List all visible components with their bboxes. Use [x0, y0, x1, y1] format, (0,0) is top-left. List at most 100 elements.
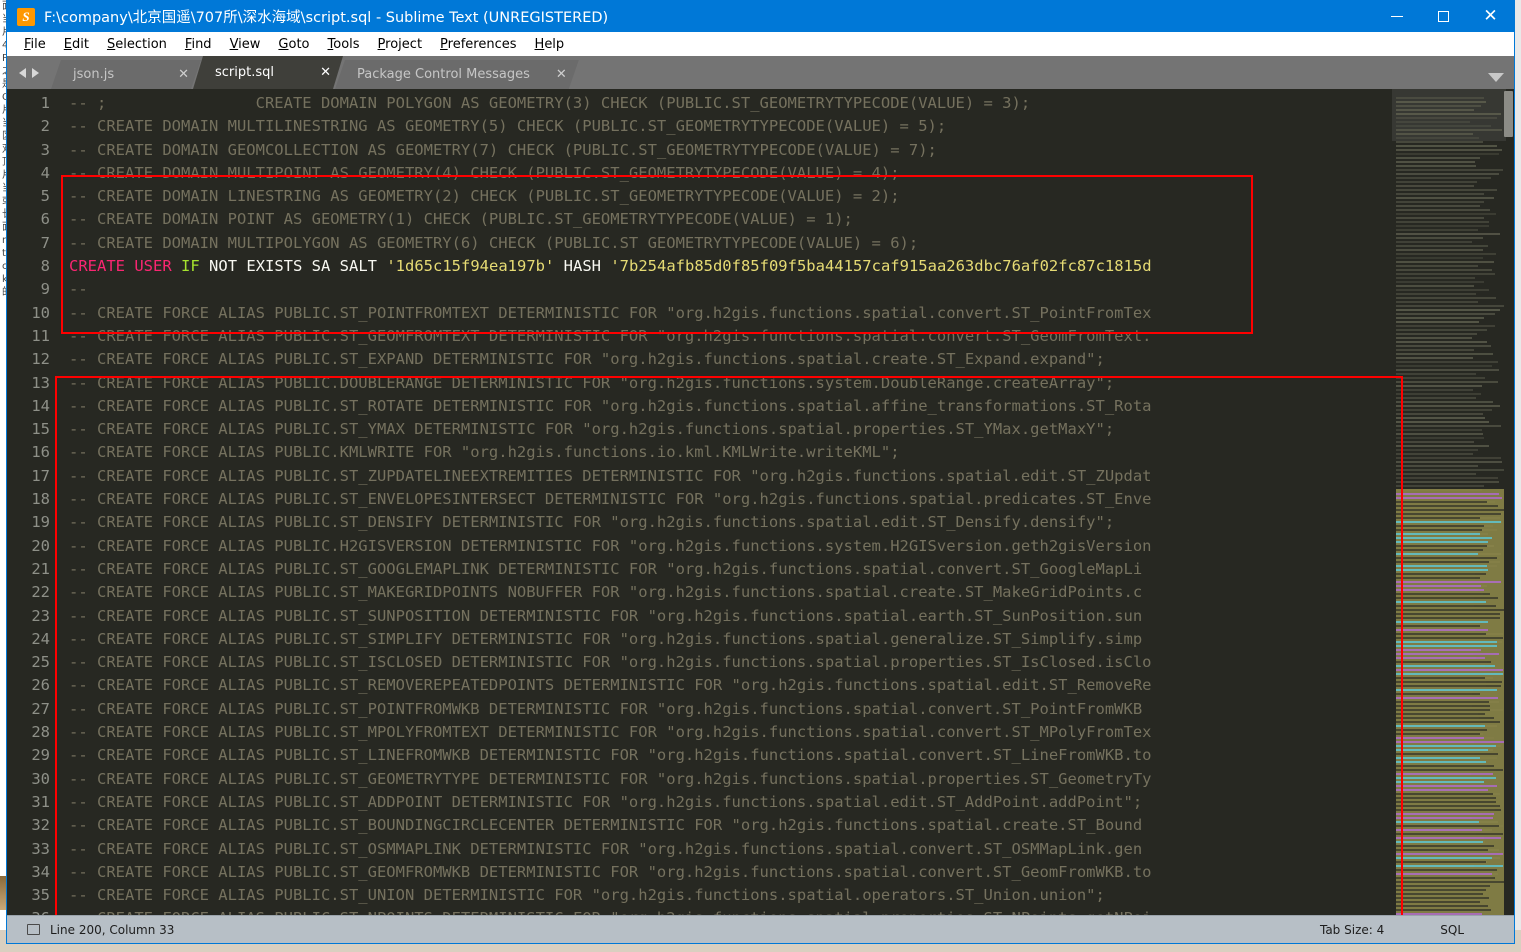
- minimap-line: [1396, 637, 1503, 639]
- menu-item-selection[interactable]: Selection: [98, 35, 176, 54]
- minimap-line: [1396, 773, 1494, 775]
- minimap-line: [1396, 405, 1501, 407]
- vertical-scrollbar[interactable]: [1504, 91, 1513, 137]
- minimap[interactable]: [1392, 89, 1514, 915]
- tab-json-js[interactable]: json.js ✕: [51, 60, 201, 89]
- menu-item-find[interactable]: Find: [176, 35, 221, 54]
- minimap-line: [1396, 305, 1504, 307]
- code-content[interactable]: -- ; CREATE DOMAIN POLYGON AS GEOMETRY(3…: [59, 89, 1392, 915]
- menu-item-tools[interactable]: Tools: [319, 35, 369, 54]
- code-line[interactable]: -- CREATE FORCE ALIAS PUBLIC.ST_GOOGLEMA…: [59, 558, 1392, 581]
- minimap-line: [1396, 533, 1480, 535]
- tab-script-sql[interactable]: script.sql ✕: [193, 56, 343, 89]
- code-line[interactable]: -- CREATE FORCE ALIAS PUBLIC.ST_OSMMAPLI…: [59, 838, 1392, 861]
- minimap-line: [1396, 325, 1496, 327]
- minimap-line: [1396, 821, 1480, 823]
- code-line[interactable]: -- CREATE FORCE ALIAS PUBLIC.ST_GEOMETRY…: [59, 768, 1392, 791]
- code-line[interactable]: -- CREATE FORCE ALIAS PUBLIC.ST_UNION DE…: [59, 884, 1392, 907]
- minimap-line: [1396, 413, 1484, 415]
- tab-close-icon[interactable]: ✕: [320, 65, 331, 80]
- code-line[interactable]: -- CREATE FORCE ALIAS PUBLIC.ST_NPOINTS …: [59, 907, 1392, 915]
- code-line[interactable]: -- CREATE FORCE ALIAS PUBLIC.DOUBLERANGE…: [59, 372, 1392, 395]
- code-line[interactable]: -- CREATE FORCE ALIAS PUBLIC.ST_ZUPDATEL…: [59, 465, 1392, 488]
- minimap-line: [1396, 717, 1495, 719]
- minimap-line: [1396, 241, 1473, 243]
- code-line[interactable]: -- CREATE DOMAIN MULTIPOLYGON AS GEOMETR…: [59, 232, 1392, 255]
- code-line[interactable]: -- CREATE DOMAIN LINESTRING AS GEOMETRY(…: [59, 185, 1392, 208]
- code-line[interactable]: -- CREATE FORCE ALIAS PUBLIC.ST_SIMPLIFY…: [59, 628, 1392, 651]
- code-line[interactable]: -- CREATE FORCE ALIAS PUBLIC.ST_GEOMFROM…: [59, 861, 1392, 884]
- minimap-line: [1396, 797, 1497, 799]
- minimap-line: [1396, 317, 1484, 319]
- menu-item-file[interactable]: File: [15, 35, 55, 54]
- tab-package-control-messages[interactable]: Package Control Messages ✕: [335, 60, 579, 89]
- code-line[interactable]: -- CREATE FORCE ALIAS PUBLIC.ST_MAKEGRID…: [59, 581, 1392, 604]
- tab-label: json.js: [73, 67, 115, 82]
- minimap-line: [1396, 865, 1503, 867]
- menu-item-project[interactable]: Project: [369, 35, 432, 54]
- minimap-line: [1396, 853, 1503, 855]
- code-line[interactable]: -- CREATE FORCE ALIAS PUBLIC.KMLWRITE FO…: [59, 441, 1392, 464]
- code-line[interactable]: -- CREATE FORCE ALIAS PUBLIC.ST_POINTFRO…: [59, 302, 1392, 325]
- tab-size-label[interactable]: Tab Size: 4: [1320, 923, 1384, 937]
- code-line[interactable]: -- CREATE FORCE ALIAS PUBLIC.ST_ADDPOINT…: [59, 791, 1392, 814]
- minimap-line: [1396, 629, 1488, 631]
- minimap-line: [1396, 197, 1494, 199]
- menu-item-help[interactable]: Help: [526, 35, 574, 54]
- menu-item-preferences[interactable]: Preferences: [431, 35, 525, 54]
- code-line[interactable]: -- CREATE FORCE ALIAS PUBLIC.ST_ENVELOPE…: [59, 488, 1392, 511]
- tab-close-icon[interactable]: ✕: [556, 67, 567, 82]
- code-line[interactable]: -- CREATE DOMAIN MULTIPOINT AS GEOMETRY(…: [59, 162, 1392, 185]
- minimap-line: [1396, 349, 1474, 351]
- menu-item-goto[interactable]: Goto: [269, 35, 318, 54]
- tab-prev-icon[interactable]: [19, 67, 26, 78]
- line-number: 24: [31, 629, 50, 648]
- code-token: '7b254afb85d0f85f09f5ba44157caf915aa263d…: [610, 257, 1152, 276]
- code-line[interactable]: -- CREATE FORCE ALIAS PUBLIC.ST_MPOLYFRO…: [59, 721, 1392, 744]
- minimap-line: [1396, 101, 1486, 103]
- code-line[interactable]: -- CREATE FORCE ALIAS PUBLIC.ST_GEOMFROM…: [59, 325, 1392, 348]
- tab-navigation[interactable]: [7, 56, 51, 89]
- tab-next-icon[interactable]: [32, 67, 39, 78]
- minimap-line: [1396, 881, 1504, 883]
- minimap-line: [1396, 757, 1481, 759]
- line-number: 16: [31, 443, 50, 462]
- status-bar: Line 200, Column 33 Tab Size: 4 SQL: [7, 915, 1514, 943]
- menu-item-edit[interactable]: Edit: [55, 35, 98, 54]
- code-line[interactable]: -- CREATE FORCE ALIAS PUBLIC.H2GISVERSIO…: [59, 535, 1392, 558]
- code-line[interactable]: --: [59, 278, 1392, 301]
- minimap-line: [1396, 369, 1500, 371]
- code-line[interactable]: -- CREATE FORCE ALIAS PUBLIC.ST_SUNPOSIT…: [59, 605, 1392, 628]
- code-line[interactable]: -- CREATE FORCE ALIAS PUBLIC.ST_EXPAND D…: [59, 348, 1392, 371]
- chevron-down-icon[interactable]: [1488, 73, 1504, 82]
- minimap-line: [1396, 357, 1474, 359]
- minimap-line: [1396, 193, 1485, 195]
- close-button[interactable]: ✕: [1467, 1, 1514, 32]
- menu-item-view[interactable]: View: [221, 35, 270, 54]
- code-line[interactable]: -- CREATE FORCE ALIAS PUBLIC.ST_YMAX DET…: [59, 418, 1392, 441]
- minimize-button[interactable]: [1373, 1, 1420, 32]
- code-line[interactable]: -- CREATE FORCE ALIAS PUBLIC.ST_ROTATE D…: [59, 395, 1392, 418]
- minimap-line: [1396, 269, 1492, 271]
- syntax-label[interactable]: SQL: [1440, 923, 1464, 937]
- code-line[interactable]: CREATE USER IF NOT EXISTS SA SALT '1d65c…: [59, 255, 1392, 278]
- maximize-button[interactable]: [1420, 1, 1467, 32]
- code-line[interactable]: -- CREATE FORCE ALIAS PUBLIC.ST_ISCLOSED…: [59, 651, 1392, 674]
- code-line[interactable]: -- CREATE FORCE ALIAS PUBLIC.ST_REMOVERE…: [59, 674, 1392, 697]
- code-line[interactable]: -- CREATE DOMAIN MULTILINESTRING AS GEOM…: [59, 115, 1392, 138]
- code-line[interactable]: -- CREATE FORCE ALIAS PUBLIC.ST_DENSIFY …: [59, 511, 1392, 534]
- code-line[interactable]: -- CREATE FORCE ALIAS PUBLIC.ST_LINEFROM…: [59, 744, 1392, 767]
- panel-toggle-icon[interactable]: [27, 924, 40, 935]
- code-line[interactable]: -- CREATE DOMAIN POINT AS GEOMETRY(1) CH…: [59, 208, 1392, 231]
- code-line[interactable]: -- CREATE FORCE ALIAS PUBLIC.ST_BOUNDING…: [59, 814, 1392, 837]
- line-number: 4: [40, 163, 50, 182]
- minimap-line: [1396, 725, 1485, 727]
- minimap-line: [1396, 673, 1504, 675]
- code-line[interactable]: -- CREATE DOMAIN GEOMCOLLECTION AS GEOME…: [59, 139, 1392, 162]
- tab-close-icon[interactable]: ✕: [178, 67, 189, 82]
- code-line[interactable]: -- ; CREATE DOMAIN POLYGON AS GEOMETRY(3…: [59, 92, 1392, 115]
- line-number: 25: [31, 653, 50, 672]
- minimap-line: [1396, 481, 1499, 483]
- code-line[interactable]: -- CREATE FORCE ALIAS PUBLIC.ST_POINTFRO…: [59, 698, 1392, 721]
- minimap-line: [1396, 341, 1487, 343]
